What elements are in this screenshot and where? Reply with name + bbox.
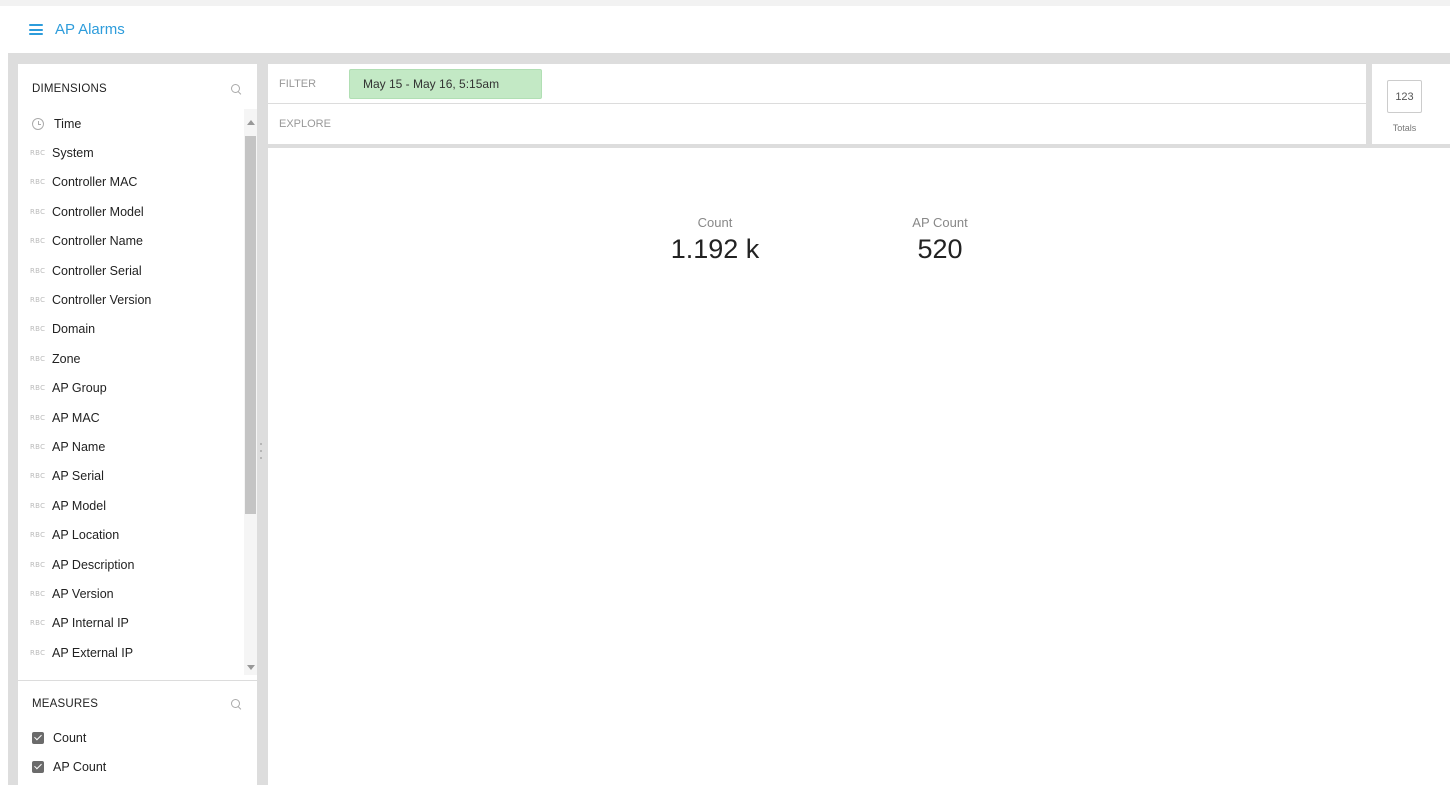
dimension-item[interactable]: RBC AP Version <box>18 579 243 608</box>
dimension-item[interactable]: RBC Domain <box>18 315 243 344</box>
measure-item-ap-count[interactable]: AP Count <box>32 752 242 781</box>
total-label: AP Count <box>912 215 968 230</box>
scroll-down-arrow-icon[interactable] <box>247 665 255 670</box>
dimension-item[interactable]: RBC AP Group <box>18 374 243 403</box>
dimension-item[interactable]: RBC AP External IP <box>18 638 243 667</box>
dimension-item[interactable]: RBC Zone <box>18 344 243 373</box>
measure-label: AP Count <box>53 759 107 774</box>
dimension-item[interactable]: RBC AP Name <box>18 432 243 461</box>
app-title[interactable]: AP Alarms <box>55 21 125 38</box>
dimension-label: AP Location <box>52 528 120 543</box>
dimension-label: System <box>52 146 94 161</box>
dimension-label: AP External IP <box>52 645 134 660</box>
dimension-item[interactable]: RBC Controller Serial <box>18 256 243 285</box>
checkbox-checked-icon[interactable] <box>32 760 44 773</box>
dimensions-scrollbar[interactable] <box>244 109 257 675</box>
dimension-item[interactable]: RBC AP Description <box>18 550 243 579</box>
dimension-label: Domain <box>52 322 96 337</box>
dimension-label: Controller Version <box>52 293 152 308</box>
dimension-item[interactable]: RBC System <box>18 138 243 167</box>
string-type-icon: RBC <box>30 207 46 216</box>
time-filter-chip[interactable]: May 15 - May 16, 5:15am <box>349 68 543 99</box>
string-type-icon: RBC <box>30 237 46 246</box>
dimension-label: AP Serial <box>52 469 104 484</box>
dimension-label: Zone <box>52 351 81 366</box>
sidebar-resize-handle[interactable] <box>260 443 262 459</box>
string-type-icon: RBC <box>30 384 46 393</box>
workspace: DIMENSIONS Time RBC System RBC Controller … <box>8 53 1450 785</box>
dimension-label: Controller Model <box>52 204 144 219</box>
dimension-label: Controller Name <box>52 234 144 249</box>
dimension-label: Controller Serial <box>52 263 142 278</box>
query-bar: FILTER May 15 - May 16, 5:15am EXPLORE <box>268 64 1366 144</box>
measures-list: Count AP Count <box>32 723 242 781</box>
dimensions-header: DIMENSIONS <box>32 81 242 97</box>
string-type-icon: RBC <box>30 149 46 158</box>
dimension-item[interactable]: RBC Controller Model <box>18 197 243 226</box>
measure-label: Count <box>53 730 87 745</box>
scroll-up-arrow-icon[interactable] <box>247 120 255 125</box>
dimensions-list: Time RBC System RBC Controller MAC RBC Cont… <box>18 109 243 675</box>
dimension-label: AP Model <box>52 498 106 513</box>
total-value: 1.192 k <box>670 234 760 264</box>
string-type-icon: RBC <box>30 472 46 481</box>
string-type-icon: RBC <box>30 648 46 657</box>
measures-search-icon[interactable] <box>231 698 242 710</box>
total-ap-count: AP Count 520 <box>870 215 1010 265</box>
total-value: 520 <box>917 234 963 264</box>
scrollbar-thumb[interactable] <box>245 136 256 514</box>
totals-visualization-button[interactable]: 123 <box>1387 80 1422 113</box>
visualization-selector: 123 Totals <box>1372 64 1450 144</box>
dimension-label: Controller MAC <box>52 175 138 190</box>
app-header: AP Alarms <box>0 6 1450 53</box>
dimensions-title: DIMENSIONS <box>32 83 107 95</box>
dimensions-search-icon[interactable] <box>231 83 242 95</box>
dimension-label: AP Description <box>52 557 135 572</box>
string-type-icon: RBC <box>30 589 46 598</box>
string-type-icon: RBC <box>30 413 46 422</box>
explore-label: EXPLORE <box>279 118 331 130</box>
dimension-label: AP Group <box>52 381 107 396</box>
checkbox-checked-icon[interactable] <box>32 731 44 744</box>
sidebar: DIMENSIONS Time RBC System RBC Controller … <box>18 64 257 785</box>
dimension-item[interactable]: RBC AP Serial <box>18 462 243 491</box>
measure-item-count[interactable]: Count <box>32 723 242 752</box>
string-type-icon: RBC <box>30 560 46 569</box>
string-type-icon: RBC <box>30 354 46 363</box>
hamburger-menu-icon[interactable] <box>29 24 43 35</box>
string-type-icon: RBC <box>30 325 46 334</box>
dimension-item[interactable]: RBC AP Model <box>18 491 243 520</box>
dimension-label: AP MAC <box>52 410 100 425</box>
string-type-icon: RBC <box>30 501 46 510</box>
measures-title: MEASURES <box>32 698 99 710</box>
dimension-label: AP Version <box>52 586 114 601</box>
string-type-icon: RBC <box>30 266 46 275</box>
dimension-item[interactable]: RBC Controller Name <box>18 227 243 256</box>
dimension-label: AP Name <box>52 439 106 454</box>
filter-label: FILTER <box>279 77 317 90</box>
clock-icon <box>32 117 44 130</box>
string-type-icon: RBC <box>30 296 46 305</box>
dimension-item[interactable]: RBC Controller MAC <box>18 168 243 197</box>
string-type-icon: RBC <box>30 531 46 540</box>
total-label: Count <box>697 215 733 230</box>
measures-header: MEASURES <box>32 696 242 712</box>
total-count: Count 1.192 k <box>645 215 785 265</box>
visualization-label: Totals <box>1392 123 1417 133</box>
dimension-item[interactable]: RBC AP Location <box>18 520 243 549</box>
dimension-item[interactable]: RBC AP MAC <box>18 403 243 432</box>
dimension-label: Time <box>54 116 82 131</box>
dimension-item[interactable]: RBC AP Internal IP <box>18 609 243 638</box>
dimension-label: AP Internal IP <box>52 616 129 631</box>
string-type-icon: RBC <box>30 619 46 628</box>
dimension-item[interactable]: RBC Controller Version <box>18 285 243 314</box>
section-divider <box>18 680 257 681</box>
string-type-icon: RBC <box>30 442 46 451</box>
explore-row[interactable]: EXPLORE <box>268 104 1366 144</box>
filter-row: FILTER May 15 - May 16, 5:15am <box>268 64 1366 104</box>
visualization-area: Count 1.192 k AP Count 520 <box>268 148 1450 785</box>
dimension-item-time[interactable]: Time <box>18 109 243 138</box>
string-type-icon: RBC <box>30 178 46 187</box>
